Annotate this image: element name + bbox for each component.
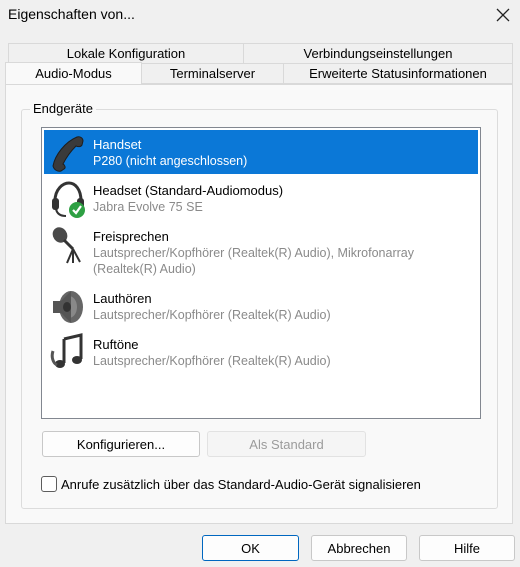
cancel-button[interactable]: Abbrechen [311,535,407,561]
device-name: Headset (Standard-Audiomodus) [93,183,284,198]
list-item-lauthoeren[interactable]: Lauthören Lautsprecher/Kopfhörer (Realte… [44,284,478,328]
microphone-icon [52,227,81,264]
headset-icon [52,181,85,218]
tab-lokale-konfiguration[interactable]: Lokale Konfiguration [8,43,244,64]
list-item-freisprechen[interactable]: Freisprechen Lautsprecher/Kopfhörer (Rea… [44,222,478,282]
device-desc: Lautsprecher/Kopfhörer (Realtek(R) Audio… [93,246,414,276]
title-bar: Eigenschaften von... [0,0,520,30]
ringtone-icon [50,333,83,368]
device-name: Ruftöne [93,337,139,352]
tab-audio-modus[interactable]: Audio-Modus [5,62,142,84]
set-default-button[interactable]: Als Standard [207,431,366,457]
button-label: OK [241,540,260,556]
device-name: Handset [93,137,142,152]
tab-erweiterte-statusinformationen[interactable]: Erweiterte Statusinformationen [283,63,513,84]
tab-label: Erweiterte Statusinformationen [309,66,487,81]
device-desc: Lautsprecher/Kopfhörer (Realtek(R) Audio… [93,308,331,322]
close-icon [496,8,510,22]
device-name: Lauthören [93,291,152,306]
help-button[interactable]: Hilfe [419,535,515,561]
list-item-ruftoene[interactable]: Ruftöne Lautsprecher/Kopfhörer (Realtek(… [44,330,478,374]
button-label: Abbrechen [327,540,391,556]
checkbox-label: Anrufe zusätzlich über das Standard-Audi… [61,477,421,492]
device-list[interactable]: Handset P280 (nicht angeschlossen) Heads… [41,127,481,419]
device-desc: Jabra Evolve 75 SE [93,200,203,214]
window-title: Eigenschaften von... [8,6,135,22]
group-label: Endgeräte [30,101,96,116]
device-name: Freisprechen [93,229,169,244]
tab-label: Terminalserver [169,66,256,81]
speaker-icon [53,291,83,323]
list-item-handset[interactable]: Handset P280 (nicht angeschlossen) [44,130,478,174]
button-label: Als Standard [249,436,324,452]
device-desc: P280 (nicht angeschlossen) [93,154,248,168]
button-label: Hilfe [453,540,480,556]
tab-terminalserver[interactable]: Terminalserver [141,63,284,84]
tab-label: Lokale Konfiguration [66,46,186,61]
signal-checkbox[interactable] [41,476,57,492]
handset-icon [52,136,84,172]
button-label: Konfigurieren... [76,436,166,452]
configure-button[interactable]: Konfigurieren... [42,431,200,457]
device-desc: Lautsprecher/Kopfhörer (Realtek(R) Audio… [93,354,331,368]
tab-verbindungseinstellungen[interactable]: Verbindungseinstellungen [243,43,513,64]
tab-label: Audio-Modus [35,66,112,81]
close-button[interactable] [486,0,520,30]
list-item-headset[interactable]: Headset (Standard-Audiomodus) Jabra Evol… [44,176,478,220]
ok-button[interactable]: OK [202,535,299,561]
tab-label: Verbindungseinstellungen [303,46,453,61]
